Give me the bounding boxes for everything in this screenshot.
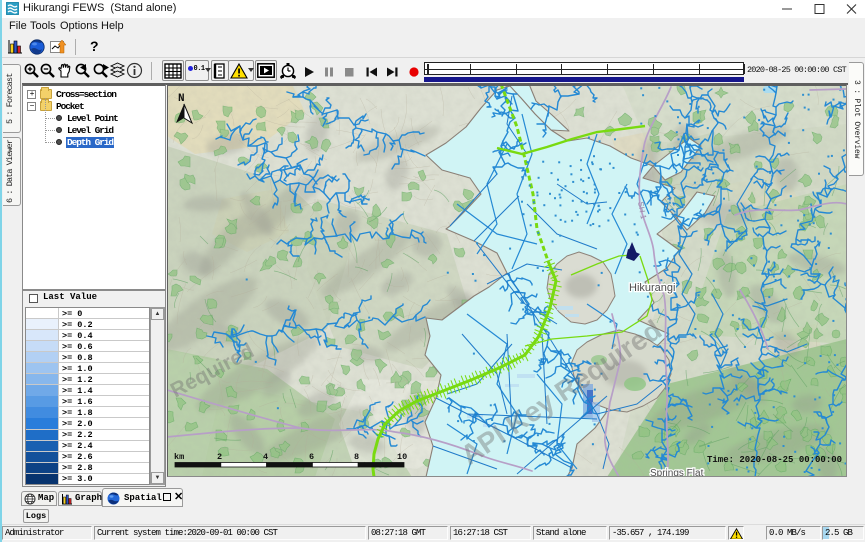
svg-text:8: 8	[354, 452, 359, 462]
svg-text:N: N	[178, 93, 185, 105]
svg-text:Hikurangi: Hikurangi	[629, 282, 675, 294]
svg-text:10: 10	[397, 452, 407, 462]
svg-text:2: 2	[217, 452, 222, 462]
svg-text:6: 6	[309, 452, 314, 462]
svg-text:Time: 2020-08-25 00:00:00 CST: Time: 2020-08-25 00:00:00 CST	[707, 455, 847, 465]
svg-text:Springs Flat: Springs Flat	[650, 468, 704, 477]
svg-text:4: 4	[263, 452, 268, 462]
svg-text:km: km	[174, 452, 184, 462]
